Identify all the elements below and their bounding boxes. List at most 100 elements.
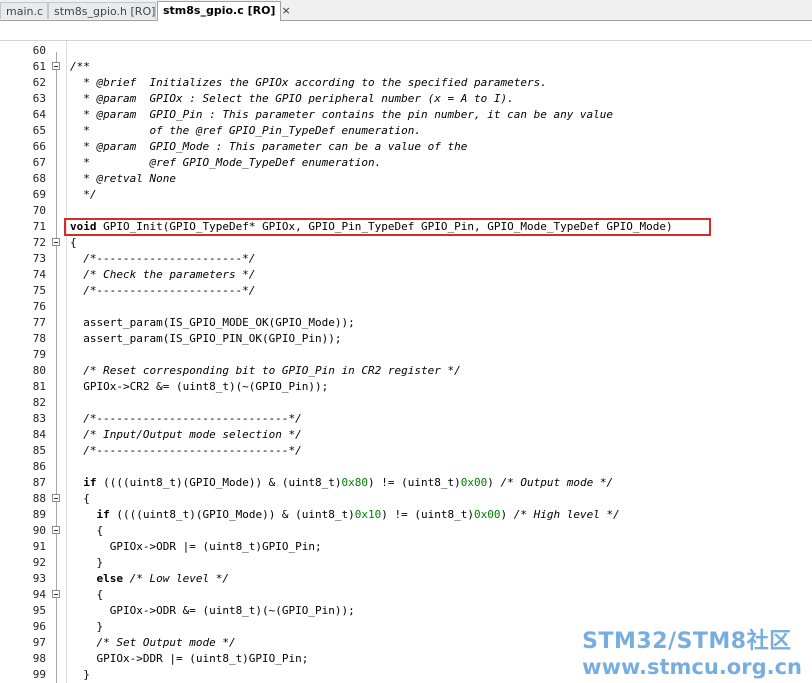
line-number: 74 [32, 268, 46, 281]
tab-stm8s-gpio-h[interactable]: stm8s_gpio.h [RO] [48, 2, 156, 19]
code-line[interactable]: 89 if ((((uint8_t)(GPIO_Mode)) & (uint8_… [0, 507, 812, 523]
fold-collapse-icon[interactable] [52, 238, 60, 246]
code-line[interactable]: 83 /*-----------------------------*/ [0, 411, 812, 427]
code-text: /* Reset corresponding bit to GPIO_Pin i… [70, 364, 461, 377]
line-number: 87 [32, 476, 46, 489]
code-line[interactable]: 90 { [0, 523, 812, 539]
code-text: * @param GPIOx : Select the GPIO periphe… [70, 92, 514, 105]
code-line[interactable]: 88 { [0, 491, 812, 507]
code-line[interactable]: 72 { [0, 235, 812, 251]
code-line[interactable]: 91 GPIOx->ODR |= (uint8_t)GPIO_Pin; [0, 539, 812, 555]
line-number: 92 [32, 556, 46, 569]
close-icon[interactable]: × [281, 2, 290, 19]
code-line[interactable]: 65 * of the @ref GPIO_Pin_TypeDef enumer… [0, 123, 812, 139]
line-number: 65 [32, 124, 46, 137]
code-line[interactable]: 66 * @param GPIO_Mode : This parameter c… [0, 139, 812, 155]
code-text: /*-----------------------------*/ [70, 412, 302, 425]
code-line[interactable]: 84 /* Input/Output mode selection */ [0, 427, 812, 443]
code-text: } [70, 556, 104, 569]
line-number: 83 [32, 412, 46, 425]
tab-stm8s-gpio-c[interactable]: stm8s_gpio.c [RO] × [157, 1, 291, 21]
code-text: /* Set Output mode */ [70, 636, 236, 649]
fold-collapse-icon[interactable] [52, 590, 60, 598]
code-line[interactable]: 82 [0, 395, 812, 411]
line-number: 80 [32, 364, 46, 377]
code-line[interactable]: 71 void GPIO_Init(GPIO_TypeDef* GPIOx, GP… [0, 219, 812, 235]
code-line[interactable]: 95 GPIOx->ODR &= (uint8_t)(~(GPIO_Pin)); [0, 603, 812, 619]
line-number: 95 [32, 604, 46, 617]
code-line[interactable]: 75 /*----------------------*/ [0, 283, 812, 299]
code-line[interactable]: 94 { [0, 587, 812, 603]
tab-main-c[interactable]: main.c [0, 2, 48, 19]
code-line[interactable]: 79 [0, 347, 812, 363]
tab-bar: main.c stm8s_gpio.h [RO] stm8s_gpio.c [R… [0, 0, 812, 21]
line-number: 79 [32, 348, 46, 361]
line-number: 97 [32, 636, 46, 649]
code-text: else /* Low level */ [96, 572, 229, 585]
line-number: 91 [32, 540, 46, 553]
code-line[interactable]: 93 else /* Low level */ [0, 571, 812, 587]
code-line[interactable]: 64 * @param GPIO_Pin : This parameter co… [0, 107, 812, 123]
code-line[interactable]: 70 [0, 203, 812, 219]
code-line[interactable]: 80 /* Reset corresponding bit to GPIO_Pi… [0, 363, 812, 379]
code-text: /*----------------------*/ [70, 252, 256, 265]
fold-collapse-icon[interactable] [52, 494, 60, 502]
line-number: 66 [32, 140, 46, 153]
code-line[interactable]: 92 } [0, 555, 812, 571]
code-line[interactable]: 61 /** [0, 59, 812, 75]
line-number: 73 [32, 252, 46, 265]
code-text: { [70, 236, 77, 249]
code-text: assert_param(IS_GPIO_MODE_OK(GPIO_Mode))… [70, 316, 355, 329]
code-line[interactable]: 86 [0, 459, 812, 475]
line-number: 99 [32, 668, 46, 681]
code-text: * @retval None [70, 172, 176, 185]
code-line[interactable]: 85 /*-----------------------------*/ [0, 443, 812, 459]
code-text: GPIOx->ODR &= (uint8_t)(~(GPIO_Pin)); [70, 604, 355, 617]
code-line[interactable]: 62 * @brief Initializes the GPIOx accord… [0, 75, 812, 91]
line-number: 93 [32, 572, 46, 585]
editor-header-strip [0, 21, 812, 41]
code-line[interactable]: 87 if ((((uint8_t)(GPIO_Mode)) & (uint8_… [0, 475, 812, 491]
line-number: 82 [32, 396, 46, 409]
line-number: 68 [32, 172, 46, 185]
code-text: /** [70, 60, 90, 73]
code-text: * @param GPIO_Mode : This parameter can … [70, 140, 468, 153]
fold-collapse-icon[interactable] [52, 62, 60, 70]
code-text: * of the @ref GPIO_Pin_TypeDef enumerati… [70, 124, 421, 137]
code-line[interactable]: 77 assert_param(IS_GPIO_MODE_OK(GPIO_Mod… [0, 315, 812, 331]
code-text: GPIOx->CR2 &= (uint8_t)(~(GPIO_Pin)); [70, 380, 329, 393]
line-number: 94 [32, 588, 46, 601]
line-number: 62 [32, 76, 46, 89]
line-number: 90 [32, 524, 46, 537]
code-line[interactable]: 81 GPIOx->CR2 &= (uint8_t)(~(GPIO_Pin)); [0, 379, 812, 395]
code-text: GPIOx->ODR |= (uint8_t)GPIO_Pin; [70, 540, 322, 553]
code-line[interactable]: 69 */ [0, 187, 812, 203]
tab-label: stm8s_gpio.h [RO] [54, 5, 156, 18]
watermark-title: STM32/STM8社区 [582, 629, 792, 654]
code-line[interactable]: 60 [0, 43, 812, 59]
line-number: 96 [32, 620, 46, 633]
code-text: { [70, 588, 104, 601]
code-line[interactable]: 73 /*----------------------*/ [0, 251, 812, 267]
fold-collapse-icon[interactable] [52, 526, 60, 534]
line-number: 72 [32, 236, 46, 249]
code-text: * @brief Initializes the GPIOx according… [70, 76, 547, 89]
code-text: */ [70, 188, 97, 201]
code-editor[interactable]: 60 61 /** 62 * @brief Initializes the GPIOx… [0, 41, 812, 683]
code-line[interactable]: 76 [0, 299, 812, 315]
line-number: 60 [32, 44, 46, 57]
line-number: 88 [32, 492, 46, 505]
code-text: void GPIO_Init(GPIO_TypeDef* GPIOx, GPIO… [70, 220, 673, 233]
code-line[interactable]: 67 * @ref GPIO_Mode_TypeDef enumeration. [0, 155, 812, 171]
line-number: 86 [32, 460, 46, 473]
code-text: /*-----------------------------*/ [70, 444, 302, 457]
code-line[interactable]: 78 assert_param(IS_GPIO_PIN_OK(GPIO_Pin)… [0, 331, 812, 347]
code-line[interactable]: 63 * @param GPIOx : Select the GPIO peri… [0, 91, 812, 107]
code-text: } [70, 668, 90, 681]
code-text: * @param GPIO_Pin : This parameter conta… [70, 108, 614, 121]
line-number: 64 [32, 108, 46, 121]
code-text: /* Input/Output mode selection */ [70, 428, 302, 441]
code-text: } [70, 620, 104, 633]
code-line[interactable]: 74 /* Check the parameters */ [0, 267, 812, 283]
code-line[interactable]: 68 * @retval None [0, 171, 812, 187]
